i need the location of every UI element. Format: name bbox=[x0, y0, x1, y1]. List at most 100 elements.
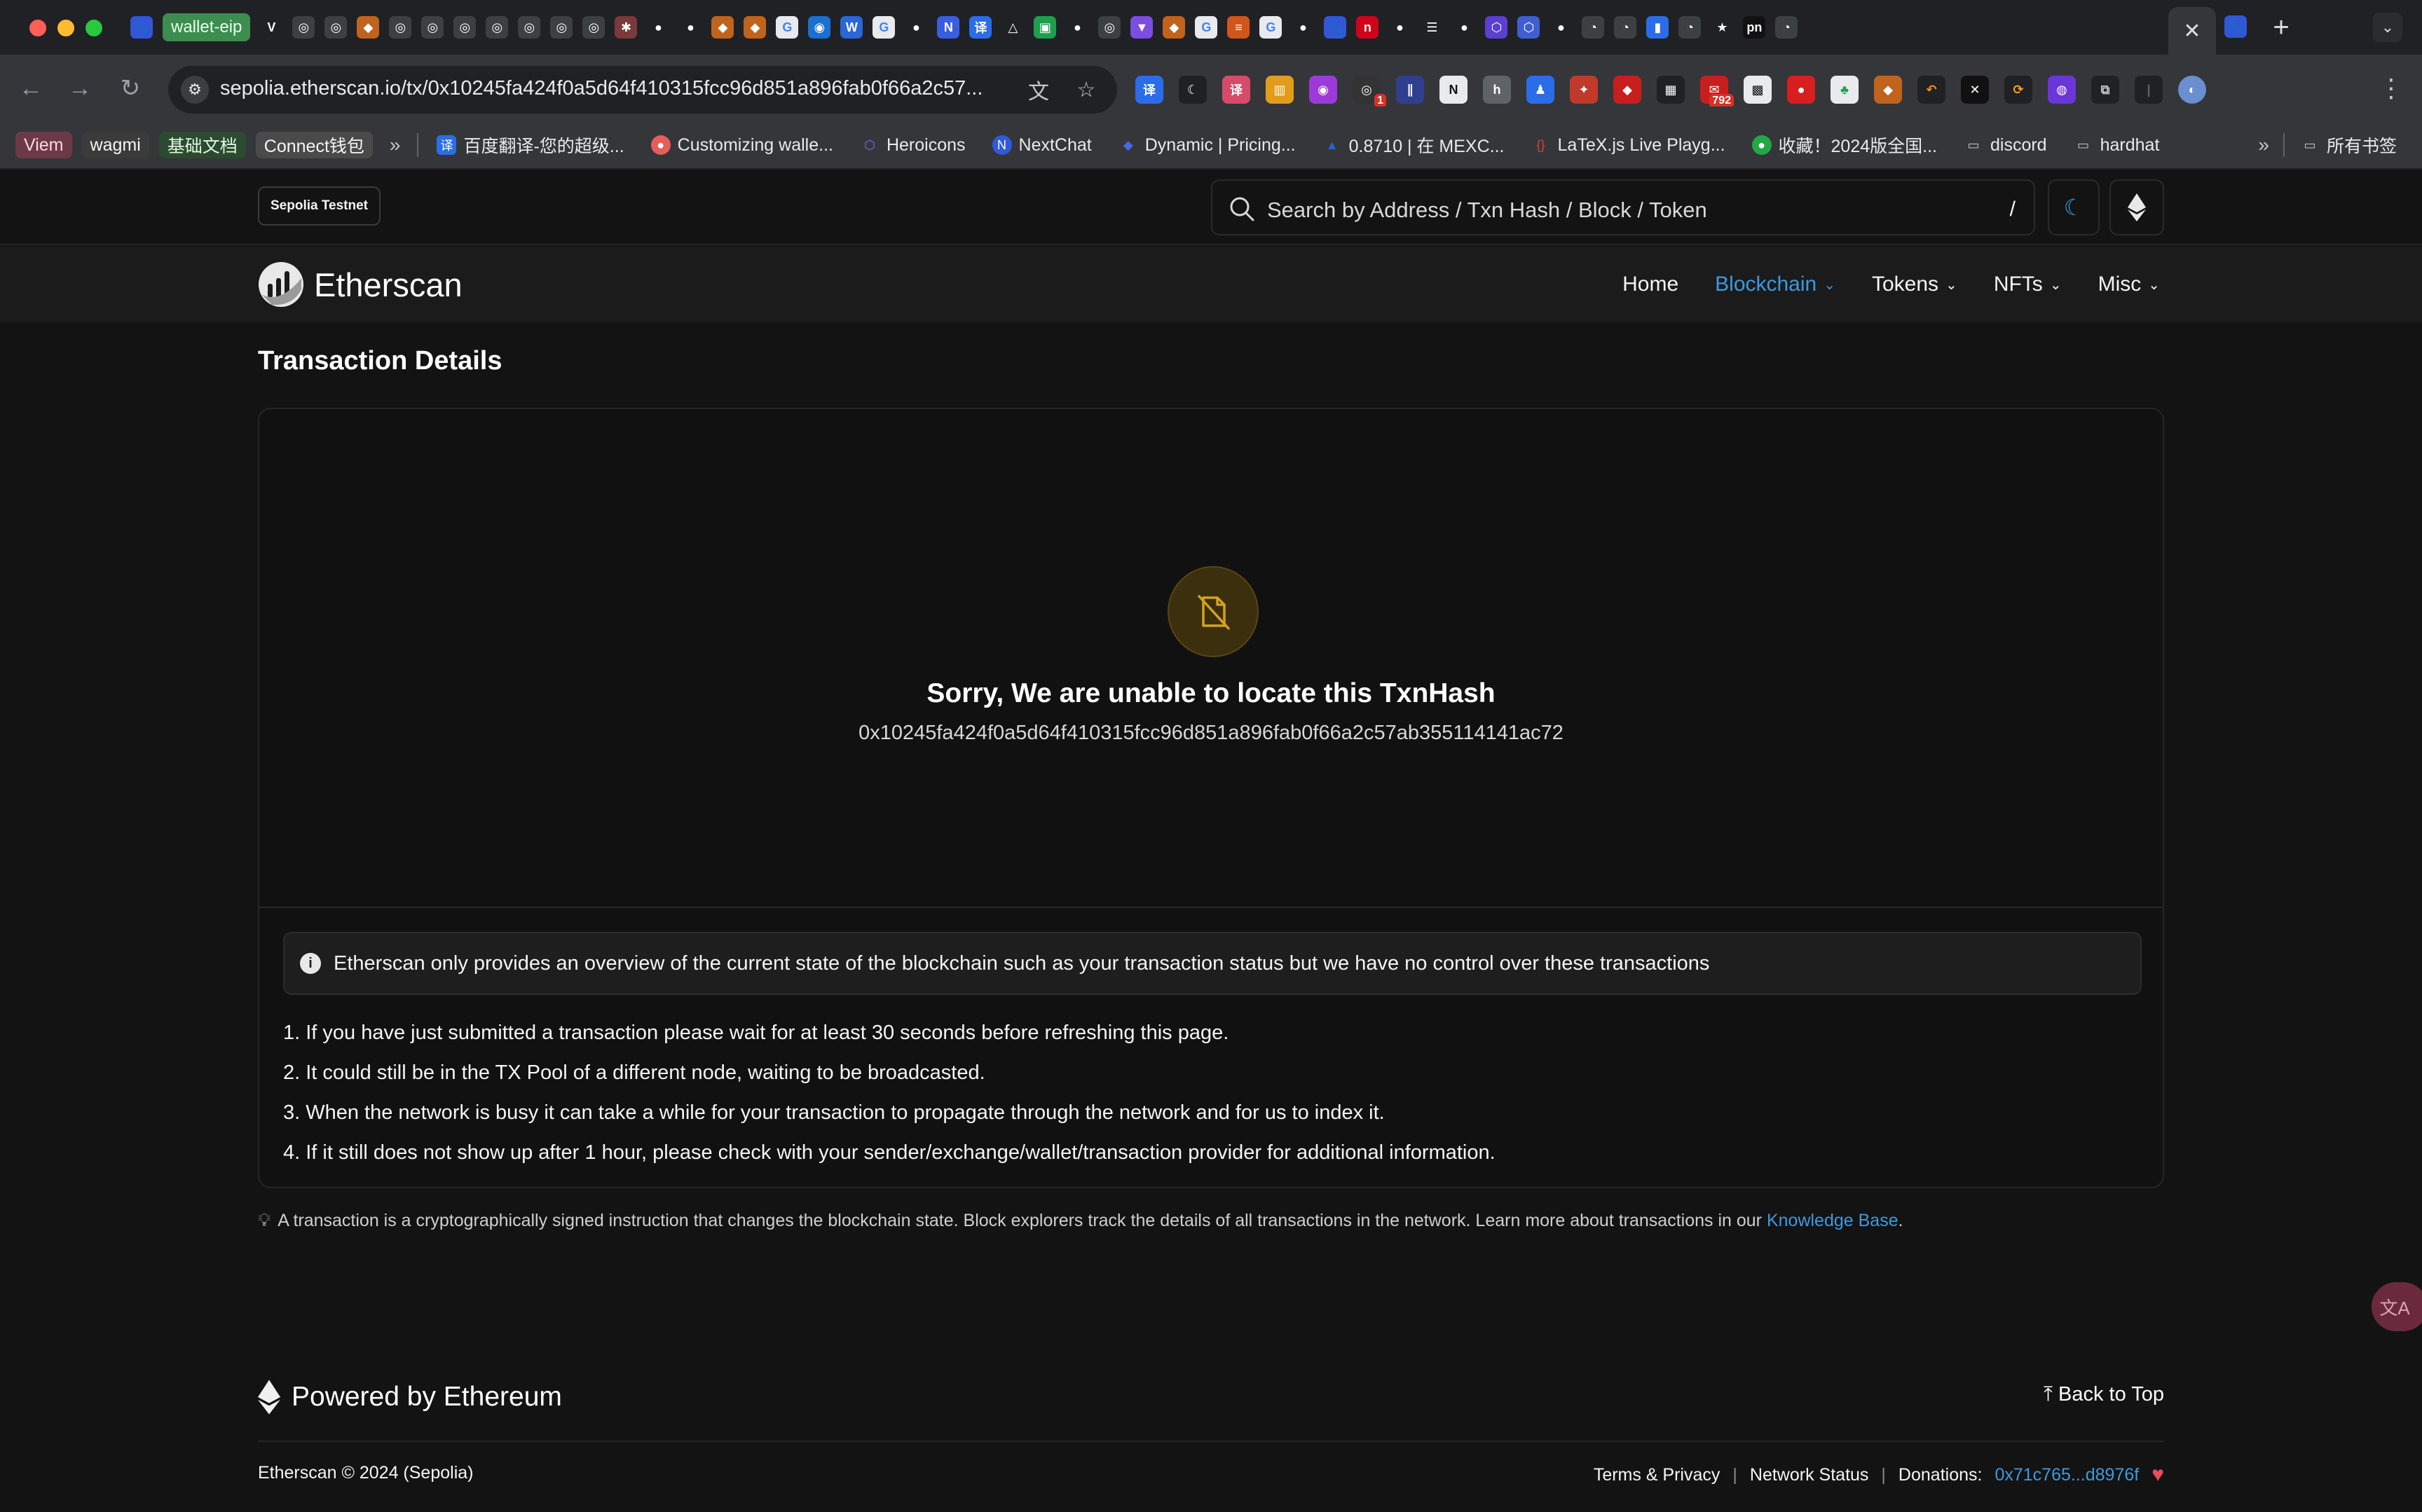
search-placeholder[interactable]: Search by Address / Txn Hash / Block / T… bbox=[1267, 198, 1707, 223]
tab-favicon-etherscan-icon[interactable]: ◔ bbox=[1775, 16, 1798, 39]
bookmark-dynamic[interactable]: ◆ Dynamic | Pricing... bbox=[1110, 135, 1304, 156]
bookmark-latexjs[interactable]: {} LaTeX.js Live Playg... bbox=[1523, 135, 1734, 156]
sync-extension-icon[interactable]: ⟳ bbox=[2004, 76, 2032, 104]
mail-extension-icon[interactable]: ✉ 792 bbox=[1700, 76, 1734, 106]
tab-favicon-globe-icon[interactable]: ◎ bbox=[550, 16, 573, 39]
tab-favicon-metamask-icon[interactable]: ◆ bbox=[1163, 16, 1186, 39]
url-text[interactable]: sepolia.etherscan.io/tx/0x10245fa424f0a5… bbox=[220, 77, 991, 100]
translator-extension-icon[interactable]: 译 bbox=[1222, 76, 1250, 104]
nav-misc[interactable]: Misc ⌄ bbox=[2098, 273, 2160, 296]
okx-extension-icon[interactable]: ✕ bbox=[1961, 76, 1989, 104]
bookmark-baidu-translate[interactable]: 译百度翻译-您的超级... bbox=[428, 132, 632, 158]
all-bookmarks-folder[interactable]: ▭ 所有书签 bbox=[2292, 132, 2405, 158]
chart-extension-icon[interactable]: ▥ bbox=[1266, 76, 1294, 104]
green-extension-icon[interactable]: ♣ bbox=[1831, 76, 1859, 104]
stop-extension-icon[interactable]: ● bbox=[1787, 76, 1815, 104]
bookmark-star-icon[interactable]: ☆ bbox=[1072, 76, 1100, 104]
tab-favicon-globe-icon[interactable]: ◎ bbox=[518, 16, 541, 39]
tab-favicon-green-icon[interactable]: ▣ bbox=[1034, 16, 1057, 39]
tab-search-chevron-icon[interactable]: ⌄ bbox=[2373, 13, 2402, 42]
window-minimize-button[interactable] bbox=[57, 20, 74, 36]
active-tab-close-icon[interactable]: ✕ bbox=[2168, 7, 2216, 55]
tab-favicon-github-icon[interactable]: ● bbox=[1066, 16, 1089, 39]
bookmark-wagmi[interactable]: wagmi bbox=[81, 132, 149, 158]
bookmark-wechat[interactable]: ● 收藏！2024版全国... bbox=[1744, 132, 1945, 158]
tab-favicon-vite-icon[interactable]: ▼ bbox=[1130, 16, 1154, 39]
floating-translate-button[interactable]: 文A bbox=[2372, 1282, 2422, 1331]
red-extension-icon[interactable]: ✦ bbox=[1570, 76, 1598, 104]
tab-favicon-pn-icon[interactable]: pn bbox=[1743, 16, 1766, 39]
qr-code-extension-icon[interactable]: ▩ bbox=[1744, 76, 1772, 104]
tab-favicon-w-icon[interactable]: W bbox=[840, 16, 863, 39]
back-arrow-icon[interactable]: ← bbox=[14, 71, 48, 105]
window-close-button[interactable] bbox=[29, 20, 46, 36]
tab-favicon-blue-globe-icon[interactable]: ◉ bbox=[808, 16, 831, 39]
nav-blockchain[interactable]: Blockchain ⌄ bbox=[1715, 273, 1835, 296]
tab-favicon-etherscan-icon[interactable]: ◔ bbox=[1678, 16, 1702, 39]
tab-favicon-baidu-icon[interactable]: 🐾 bbox=[1324, 16, 1347, 39]
bookmark-connect-wallet[interactable]: Connect钱包 bbox=[255, 132, 373, 158]
translate-extension-icon[interactable]: 译 bbox=[1135, 76, 1163, 104]
tab-favicon-globe-icon[interactable]: ◎ bbox=[582, 16, 606, 39]
tab-favicon-github-icon[interactable]: ● bbox=[1453, 16, 1476, 39]
person-extension-icon[interactable]: ♟ bbox=[1526, 76, 1554, 104]
tab-favicon-cube-icon[interactable]: ⬡ bbox=[1485, 16, 1508, 39]
tab-favicon-metamask-icon[interactable]: ◆ bbox=[744, 16, 767, 39]
back-to-top-link[interactable]: ⤒ Back to Top bbox=[2044, 1383, 2164, 1406]
tab-favicon-google-icon[interactable]: G bbox=[1259, 16, 1282, 39]
nav-tokens[interactable]: Tokens ⌄ bbox=[1872, 273, 1957, 296]
site-search[interactable]: Search by Address / Txn Hash / Block / T… bbox=[1211, 179, 2035, 235]
tab-favicon-globe-icon[interactable]: ◎ bbox=[486, 16, 509, 39]
tab-favicon-globe-icon[interactable]: ◎ bbox=[389, 16, 412, 39]
bookmark-mexc[interactable]: ▲ 0.8710 | 在 MEXC... bbox=[1314, 132, 1513, 158]
tab-favicon-google-icon[interactable]: G bbox=[1195, 16, 1218, 39]
counter-extension-icon[interactable]: ◎ 1 bbox=[1353, 76, 1386, 106]
forward-arrow-icon[interactable]: → bbox=[63, 71, 97, 105]
donations-address-link[interactable]: 0x71c765...d8976f bbox=[1995, 1465, 2139, 1485]
bookmark-heroicons[interactable]: ⬡ Heroicons bbox=[851, 135, 974, 156]
tab-favicon-baidu-icon[interactable]: 🐾 bbox=[2224, 15, 2247, 38]
tab-favicon-globe-icon[interactable]: ◎ bbox=[292, 16, 315, 39]
bookmark-folder-discord[interactable]: ▭ discord bbox=[1955, 135, 2055, 156]
tab-favicon-cube-icon[interactable]: ⬡ bbox=[1517, 16, 1540, 39]
window-zoom-button[interactable] bbox=[85, 20, 102, 36]
new-tab-button[interactable]: + bbox=[2268, 12, 2294, 43]
nav-nfts[interactable]: NFTs ⌄ bbox=[1994, 273, 2062, 296]
translate-icon[interactable]: 文 bbox=[1025, 76, 1053, 104]
purple-extension-icon[interactable]: ◉ bbox=[1309, 76, 1337, 104]
profile-avatar[interactable]: ◐ bbox=[2178, 76, 2206, 104]
tab-favicon-etherscan-icon[interactable]: ◔ bbox=[1614, 16, 1637, 39]
tab-favicon-v-icon[interactable]: V bbox=[260, 16, 283, 39]
tab-favicon-github-icon[interactable]: ● bbox=[1388, 16, 1411, 39]
tab-favicon-globe-icon[interactable]: ◎ bbox=[1098, 16, 1121, 39]
network-status-link[interactable]: Network Status bbox=[1750, 1465, 1869, 1485]
h-extension-icon[interactable]: h bbox=[1483, 76, 1511, 104]
tab-favicon-metamask-icon[interactable]: ◆ bbox=[357, 16, 380, 39]
tab-favicon-baidu-icon[interactable]: 🐾 bbox=[130, 16, 153, 39]
theme-toggle-moon-icon[interactable]: ☾ bbox=[2048, 179, 2100, 235]
tab-favicon-github-icon[interactable]: ● bbox=[647, 16, 670, 39]
bookmark-folder-hardhat[interactable]: ▭ hardhat bbox=[2065, 135, 2168, 156]
tab-favicon-nextchat-icon[interactable]: N bbox=[937, 16, 960, 39]
tab-favicon-globe-icon[interactable]: ◎ bbox=[421, 16, 444, 39]
tab-favicon-translate-icon[interactable]: 译 bbox=[969, 16, 992, 39]
bookmark-viem[interactable]: Viem bbox=[15, 132, 72, 158]
wallet-extension-icon[interactable]: ◍ bbox=[2048, 76, 2076, 104]
tab-favicon-globe-icon[interactable]: ◎ bbox=[324, 16, 348, 39]
tab-favicon-etherscan-icon[interactable]: ◔ bbox=[1582, 16, 1605, 39]
bookmarks-chevron-icon[interactable]: » bbox=[383, 134, 408, 156]
site-info-icon[interactable]: ⚙ bbox=[181, 76, 209, 104]
tab-favicon-robot-icon[interactable]: ✱ bbox=[615, 16, 638, 39]
tab-favicon-bag-icon[interactable]: ▮ bbox=[1646, 16, 1669, 39]
tab-favicon-triangle-icon[interactable]: △ bbox=[1001, 16, 1025, 39]
reload-icon[interactable]: ↻ bbox=[114, 71, 147, 105]
extensions-puzzle-icon[interactable]: ⧉ bbox=[2091, 76, 2119, 104]
network-badge[interactable]: Sepolia Testnet bbox=[258, 186, 381, 226]
tab-favicon-star-icon[interactable]: ★ bbox=[1711, 16, 1734, 39]
address-bar[interactable]: ⚙ sepolia.etherscan.io/tx/0x10245fa424f0… bbox=[168, 66, 1117, 114]
browser-menu-icon[interactable]: ⋮ bbox=[2377, 71, 2405, 105]
undo-extension-icon[interactable]: ↶ bbox=[1917, 76, 1945, 104]
bookmarks-overflow-chevron-icon[interactable]: » bbox=[2251, 134, 2276, 156]
tab-favicon-google-icon[interactable]: G bbox=[776, 16, 799, 39]
tab-favicon-list-icon[interactable]: ☰ bbox=[1421, 16, 1444, 39]
